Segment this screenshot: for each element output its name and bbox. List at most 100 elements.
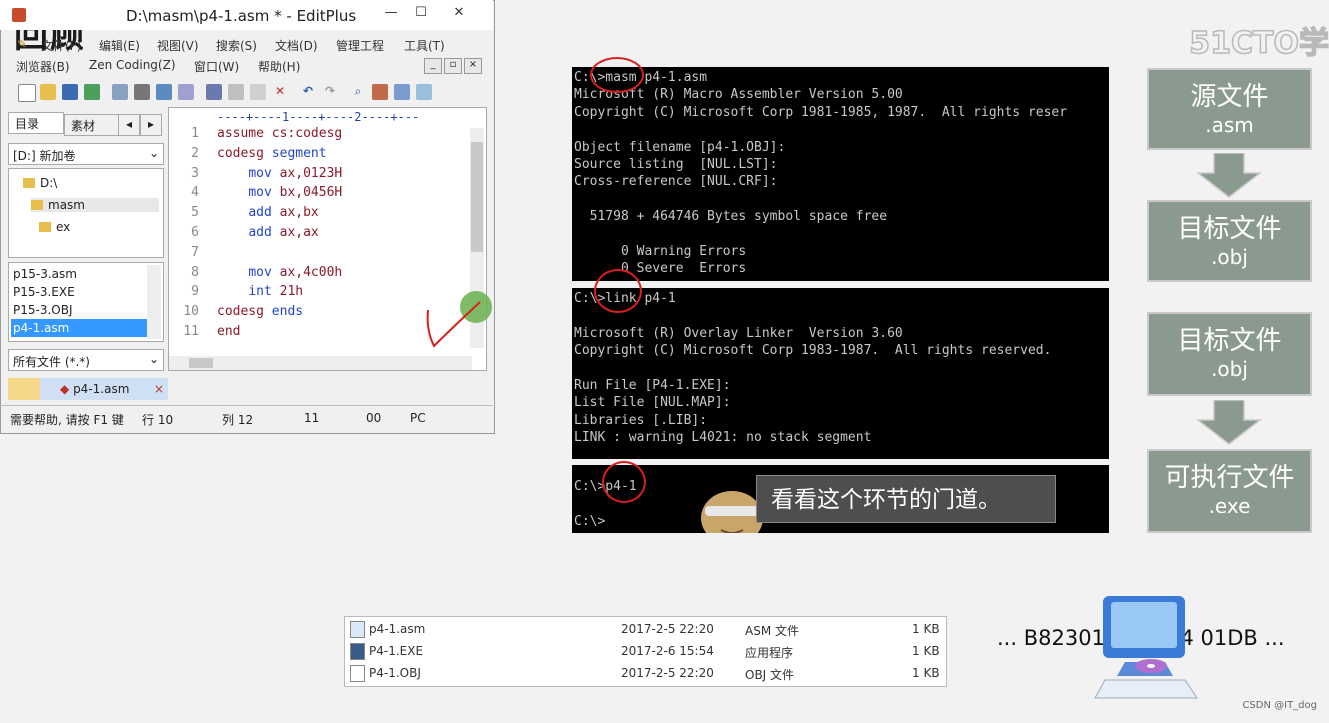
preview-icon[interactable]: [112, 84, 128, 100]
terminal-line: Microsoft (R) Overlay Linker Version 3.6…: [574, 325, 903, 341]
maximize-button[interactable]: ☐: [406, 5, 436, 23]
tab-scroll-left-icon[interactable]: ◂: [118, 114, 140, 136]
line-number: 8: [191, 264, 199, 280]
file-type: ASM 文件: [745, 624, 799, 638]
save-all-icon[interactable]: [84, 84, 100, 100]
close-tab-icon[interactable]: ×: [154, 378, 164, 400]
file-size: 1 KB: [912, 622, 940, 636]
down-arrow-icon: [1196, 153, 1262, 198]
new-file-icon[interactable]: [18, 84, 36, 102]
redo-icon[interactable]: ↷: [322, 84, 338, 100]
status-format: PC: [410, 411, 426, 425]
modified-marker-icon: ◆: [60, 382, 70, 396]
mdi-restore-button[interactable]: ▫: [444, 58, 462, 74]
code-line: add ax,bx: [248, 205, 319, 221]
list-item[interactable]: P15-3.EXE: [11, 283, 149, 301]
menu-window[interactable]: 窗口(W): [194, 58, 239, 75]
open-folder-icon[interactable]: [40, 84, 56, 100]
flow-box-ext: .exe: [1208, 494, 1251, 518]
status-column: 列 12: [222, 413, 254, 427]
drive-label: [D:] 新加卷: [13, 149, 76, 163]
menu-browser[interactable]: 浏览器(B): [16, 58, 70, 75]
table-row[interactable]: p4-1.asm 2017-2-5 22:20 ASM 文件 1 KB: [345, 618, 946, 639]
line-number: 7: [191, 244, 199, 260]
terminal-line: Copyright (C) Microsoft Corp 1981-1985, …: [574, 104, 1068, 120]
window-title: D:\masm\p4-1.asm * - EditPlus: [126, 7, 357, 25]
undo-icon[interactable]: ↶: [300, 84, 316, 100]
watermark: CSDN @IT_dog: [1242, 700, 1317, 711]
close-button[interactable]: ✕: [444, 5, 474, 23]
flow-box-label: 目标文件: [1177, 214, 1282, 244]
document-tab-label: p4-1.asm: [73, 382, 130, 396]
menu-view[interactable]: 视图(V): [157, 37, 199, 54]
terminal-line: LINK : warning L4021: no stack segment: [574, 430, 872, 446]
cut-icon[interactable]: [206, 84, 222, 100]
list-item[interactable]: p4-1.asm: [11, 319, 149, 337]
file-list: p15-3.asm P15-3.EXE P15-3.OBJ p4-1.asm: [8, 262, 164, 342]
menu-tools[interactable]: 工具(T): [404, 37, 445, 54]
goto-icon[interactable]: [394, 84, 410, 100]
file-list-scrollbar[interactable]: [147, 265, 161, 339]
save-icon[interactable]: [62, 84, 78, 100]
mdi-minimize-button[interactable]: _: [424, 58, 442, 74]
browser-icon[interactable]: [178, 84, 194, 100]
terminal-line: Cross-reference [NUL.CRF]:: [574, 174, 778, 190]
menu-search[interactable]: 搜索(S): [216, 37, 257, 54]
code-line: mov ax,4c00h: [248, 264, 343, 280]
code-line: codesg segment: [217, 145, 327, 161]
menu-help[interactable]: 帮助(H): [258, 58, 300, 75]
find-icon[interactable]: ⌕: [350, 84, 366, 100]
menu-file[interactable]: 文件(F): [41, 37, 81, 54]
tab-directory[interactable]: 目录: [8, 112, 64, 134]
terminal-run: C:\>p4-1 C:\> 看看这个环节的门道。: [572, 465, 1109, 533]
file-date: 2017-2-5 22:20: [621, 666, 714, 680]
drive-select[interactable]: [D:] 新加卷 ⌄: [8, 143, 164, 165]
indent-icon[interactable]: [416, 84, 432, 100]
flow-box-label: 源文件: [1190, 82, 1269, 112]
menu-zen-coding[interactable]: Zen Coding(Z): [89, 58, 176, 72]
paste-icon[interactable]: [250, 84, 266, 100]
mdi-close-button[interactable]: ×: [464, 58, 482, 74]
checkmark-annotation: [426, 291, 492, 348]
file-type: OBJ 文件: [745, 668, 795, 682]
file-type: 应用程序: [745, 646, 794, 660]
menu-document[interactable]: 文档(D): [275, 37, 318, 54]
menu-project[interactable]: 管理工程: [336, 37, 384, 54]
list-item[interactable]: p15-3.asm: [11, 265, 149, 283]
spellcheck-icon[interactable]: [156, 84, 172, 100]
menu-edit[interactable]: 编辑(E): [99, 37, 140, 54]
replace-icon[interactable]: [372, 84, 388, 100]
print-icon[interactable]: [134, 84, 150, 100]
flow-box-object: 目标文件 .obj: [1147, 312, 1312, 396]
pencil-icon: ✎: [17, 37, 28, 51]
folder-item[interactable]: D:\: [23, 176, 57, 190]
folder-item[interactable]: masm: [31, 198, 159, 212]
line-number: 9: [191, 284, 199, 300]
code-line: codesg ends: [217, 304, 304, 320]
horizontal-scrollbar[interactable]: [169, 356, 472, 370]
folder-item[interactable]: ex: [39, 220, 70, 234]
code-line: assume cs:codesg: [217, 126, 343, 141]
file-filter-select[interactable]: 所有文件 (*.*) ⌄: [8, 349, 164, 371]
document-tab[interactable]: ◆ p4-1.asm ×: [40, 378, 168, 400]
code-line: add ax,ax: [248, 225, 319, 240]
table-row[interactable]: P4-1.OBJ 2017-2-5 22:20 OBJ 文件 1 KB: [345, 662, 946, 683]
tab-clips[interactable]: 素材: [64, 114, 120, 136]
minimize-button[interactable]: —: [376, 5, 406, 23]
scrollbar-thumb[interactable]: [471, 142, 483, 252]
code-line: int 21h: [248, 284, 304, 300]
flow-box-source: 源文件 .asm: [1147, 68, 1312, 150]
code-line: mov bx,0456H: [248, 185, 343, 201]
list-item[interactable]: P15-3.OBJ: [11, 301, 149, 319]
copy-icon[interactable]: [228, 84, 244, 100]
delete-icon[interactable]: ✕: [272, 84, 288, 100]
chevron-down-icon: ⌄: [148, 352, 159, 366]
terminal-line: Run File [P4-1.EXE]:: [574, 378, 731, 393]
h-scrollbar-thumb[interactable]: [189, 358, 213, 368]
tab-scroll-right-icon[interactable]: ▸: [140, 114, 162, 136]
folder-icon: [39, 222, 51, 232]
table-row[interactable]: P4-1.EXE 2017-2-6 15:54 应用程序 1 KB: [345, 640, 946, 661]
status-line: 行 10: [142, 413, 174, 427]
file-name: P4-1.EXE: [369, 644, 424, 658]
terminal-masm: C:\>masm p4-1.asm Microsoft (R) Macro Ass…: [572, 67, 1109, 281]
